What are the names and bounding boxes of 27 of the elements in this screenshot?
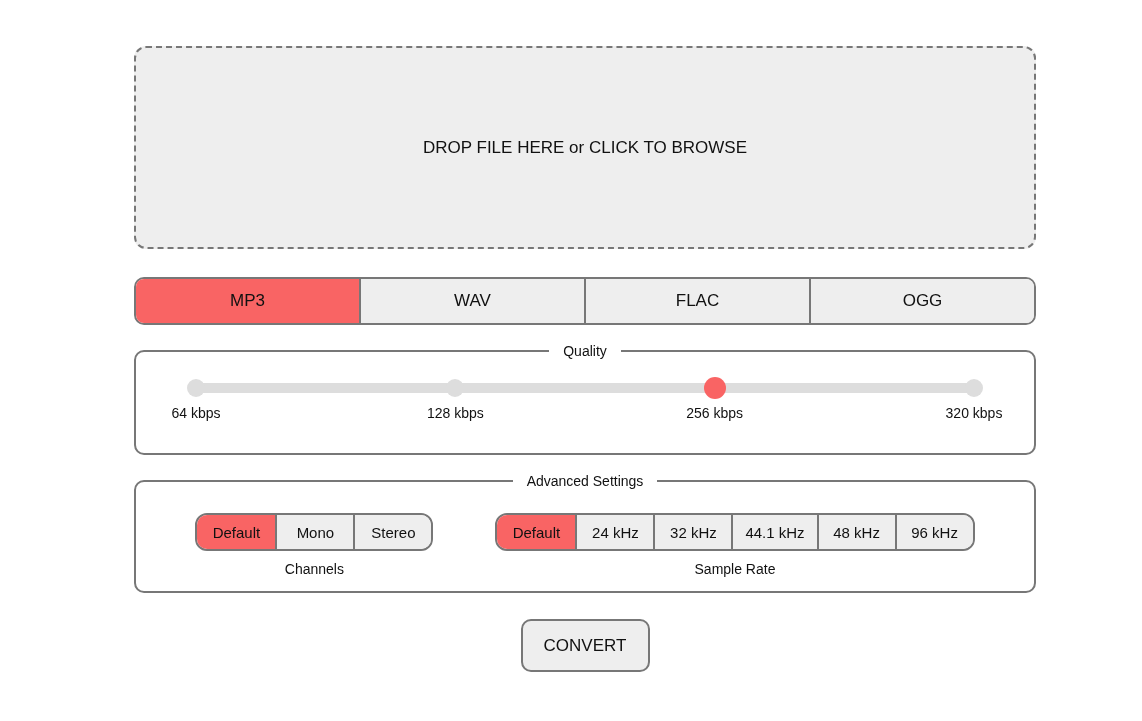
panel-legend: Quality: [549, 343, 621, 359]
bitrate-label: 256 kbps: [686, 405, 744, 421]
file-drop-zone[interactable]: DROP FILE HERE or CLICK TO BROWSE: [134, 46, 1036, 249]
format-tab[interactable]: WAV: [359, 279, 584, 323]
group-label: Sample Rate: [694, 561, 776, 577]
drop-zone-text: DROP FILE HERE or CLICK TO BROWSE: [423, 137, 747, 158]
option-button[interactable]: 32 kHz: [653, 515, 732, 549]
option-button[interactable]: 96 kHz: [894, 515, 973, 549]
convert-button[interactable]: CONVERT: [520, 619, 650, 672]
option-button[interactable]: Mono: [275, 515, 354, 549]
option-button[interactable]: Stereo: [353, 515, 432, 549]
option-button[interactable]: Default: [197, 515, 276, 549]
option-button[interactable]: Default: [497, 515, 576, 549]
slider-stop[interactable]: [965, 379, 983, 397]
option-button[interactable]: 24 kHz: [575, 515, 654, 549]
group-label: Channels: [284, 561, 344, 577]
slider-stop[interactable]: [703, 377, 726, 399]
option-button[interactable]: 48 kHz: [816, 515, 895, 549]
format-tab[interactable]: OGG: [809, 279, 1034, 323]
bitrate-label: 320 kbps: [945, 405, 1003, 421]
option-button[interactable]: 44.1 kHz: [731, 515, 817, 549]
slider-stop[interactable]: [187, 379, 205, 397]
bitrate-label: 128 kbps: [426, 405, 484, 421]
bitrate-label: 64 kbps: [171, 405, 221, 421]
panel-legend: Advanced Settings: [512, 473, 658, 489]
format-tab[interactable]: MP3: [136, 279, 359, 323]
format-tab[interactable]: FLAC: [584, 279, 809, 323]
